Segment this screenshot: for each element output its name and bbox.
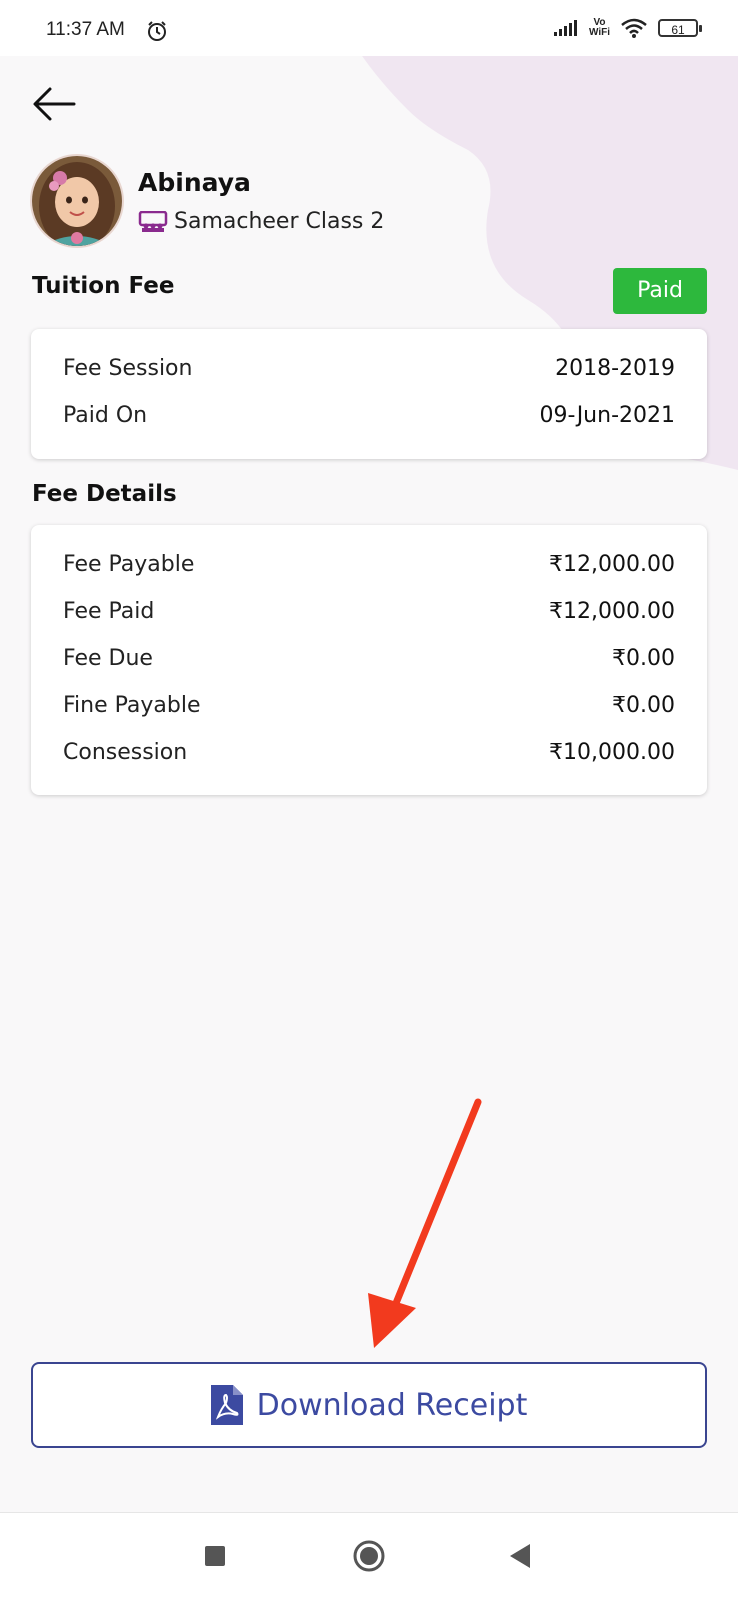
fee-session-value: 2018-2019 [555, 356, 675, 381]
list-item: Consession ₹10,000.00 [63, 729, 675, 776]
student-name: Abinaya [138, 168, 251, 197]
back-triangle-icon [510, 1544, 530, 1568]
fine-payable-label: Fine Payable [63, 693, 201, 718]
paid-on-value: 09-Jun-2021 [539, 403, 675, 428]
fee-details-card: Fee Payable ₹12,000.00 Fee Paid ₹12,000.… [31, 525, 707, 795]
fine-payable-value: ₹0.00 [612, 693, 675, 718]
list-item: Paid On 09-Jun-2021 [63, 392, 675, 439]
tuition-fee-title: Tuition Fee [32, 273, 175, 299]
fee-due-value: ₹0.00 [612, 646, 675, 671]
fee-due-label: Fee Due [63, 646, 153, 671]
battery-icon: 61 [658, 19, 702, 37]
fee-payable-label: Fee Payable [63, 552, 195, 577]
back-button[interactable] [28, 80, 80, 128]
status-badge: Paid [613, 268, 707, 314]
consession-value: ₹10,000.00 [549, 740, 675, 765]
fee-payable-value: ₹12,000.00 [549, 552, 675, 577]
fee-paid-label: Fee Paid [63, 599, 155, 624]
home-button[interactable] [352, 1539, 386, 1577]
student-photo [32, 156, 122, 246]
back-arrow-icon [33, 87, 76, 121]
signal-icon [553, 20, 577, 36]
download-receipt-label: Download Receipt [256, 1387, 528, 1423]
system-nav-bar [0, 1512, 738, 1601]
paid-on-label: Paid On [63, 403, 148, 428]
pdf-icon [210, 1385, 243, 1425]
vowifi-indicator: Vo WiFi [589, 18, 610, 38]
fee-session-label: Fee Session [63, 356, 193, 381]
system-back-button[interactable] [508, 1543, 532, 1573]
avatar [32, 156, 122, 246]
class-name: Samacheer Class 2 [174, 209, 385, 234]
list-item: Fine Payable ₹0.00 [63, 682, 675, 729]
classroom-icon [138, 210, 168, 232]
list-item: Fee Due ₹0.00 [63, 635, 675, 682]
recents-square-icon [205, 1546, 225, 1566]
home-circle-icon [353, 1540, 385, 1572]
list-item: Fee Payable ₹12,000.00 [63, 541, 675, 588]
fee-details-title: Fee Details [32, 481, 177, 507]
list-item: Fee Session 2018-2019 [63, 345, 675, 392]
class-info: Samacheer Class 2 [138, 209, 384, 234]
list-item: Fee Paid ₹12,000.00 [63, 588, 675, 635]
annotation-arrow-icon [368, 1098, 482, 1348]
status-icons: Vo WiFi 61 [553, 18, 702, 38]
status-time: 11:37 AM [46, 19, 125, 40]
tuition-info-card: Fee Session 2018-2019 Paid On 09-Jun-202… [31, 329, 707, 459]
fee-paid-value: ₹12,000.00 [549, 599, 675, 624]
vowifi-wifi-label: WiFi [588, 27, 610, 38]
download-receipt-button[interactable]: Download Receipt [31, 1362, 707, 1448]
recents-button[interactable] [204, 1545, 226, 1571]
wifi-icon [621, 18, 647, 38]
alarm-icon [148, 21, 166, 41]
status-bar: 11:37 AM Vo WiFi 61 [0, 0, 738, 56]
consession-label: Consession [63, 740, 188, 765]
